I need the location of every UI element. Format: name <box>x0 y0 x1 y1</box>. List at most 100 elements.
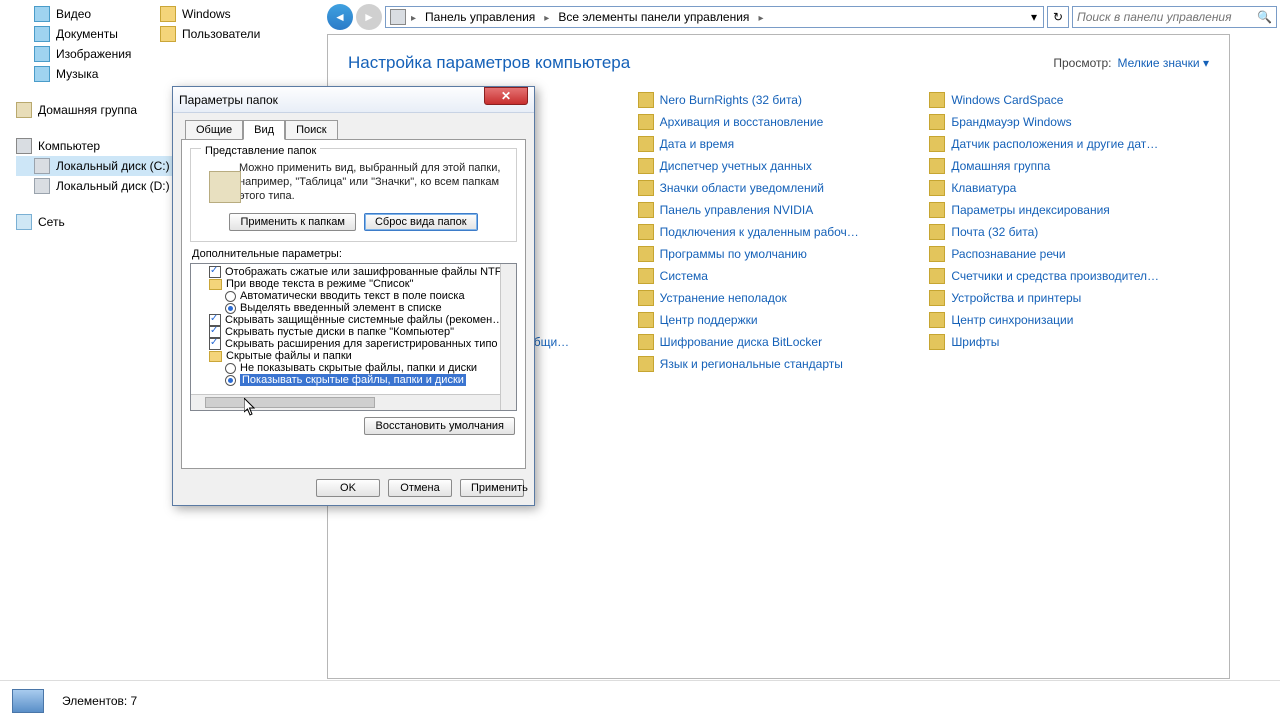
tab-view-body: Представление папок Можно применить вид,… <box>181 139 526 469</box>
apply-to-folders-button[interactable]: Применить к папкам <box>229 213 356 231</box>
opt-hidden-dont-show[interactable]: Не показывать скрытые файлы, папки и дис… <box>195 362 512 374</box>
cp-item-label: Параметры индексирования <box>951 203 1109 217</box>
folder-views-desc: Можно применить вид, выбранный для этой … <box>197 161 510 209</box>
nav-lib-music[interactable]: Музыка <box>16 64 320 84</box>
opt-list-typing-search[interactable]: Автоматически вводить текст в поле поиск… <box>195 290 512 302</box>
cp-item-label: Windows CardSpace <box>951 93 1063 107</box>
search-input[interactable] <box>1077 10 1257 24</box>
breadcrumb-dropdown[interactable]: ▾ <box>1027 10 1041 24</box>
dialog-titlebar[interactable]: Параметры папок ✕ <box>173 87 534 113</box>
refresh-icon: ↻ <box>1053 10 1063 24</box>
tree-vscrollbar[interactable] <box>500 264 516 410</box>
status-bar: Элементов: 7 <box>0 680 1280 720</box>
opt-hidden-files-group: Скрытые файлы и папки <box>195 350 512 362</box>
view-label: Просмотр: <box>1053 56 1111 70</box>
nav-folder-windows[interactable]: Windows <box>160 4 260 24</box>
cp-item[interactable]: Шрифты <box>929 331 1211 353</box>
opt-hidden-show[interactable]: Показывать скрытые файлы, папки и диски <box>195 374 512 386</box>
tab-search[interactable]: Поиск <box>285 120 337 140</box>
breadcrumb[interactable]: Панель управления Все элементы панели уп… <box>385 6 1044 28</box>
cp-item-icon <box>929 136 945 152</box>
cp-item[interactable]: Распознавание речи <box>929 243 1211 265</box>
cp-item[interactable]: Дата и время <box>638 133 920 155</box>
breadcrumb-seg-1[interactable]: Панель управления <box>419 10 541 24</box>
cp-item-icon <box>929 312 945 328</box>
reset-folders-button[interactable]: Сброс вида папок <box>364 213 478 231</box>
cp-item-icon <box>929 180 945 196</box>
search-icon[interactable]: 🔍 <box>1257 10 1272 24</box>
cp-item[interactable]: Клавиатура <box>929 177 1211 199</box>
cp-item-label: Центр поддержки <box>660 313 758 327</box>
cp-item-icon <box>638 136 654 152</box>
opt-hide-empty-drives[interactable]: Скрывать пустые диски в папке "Компьютер… <box>195 326 512 338</box>
cp-item[interactable]: Почта (32 бита) <box>929 221 1211 243</box>
cp-item-icon <box>638 356 654 372</box>
folder-views-icon <box>209 171 241 203</box>
cp-item-icon <box>929 268 945 284</box>
dialog-close-button[interactable]: ✕ <box>484 87 528 105</box>
refresh-button[interactable]: ↻ <box>1047 6 1069 28</box>
advanced-settings-label: Дополнительные параметры: <box>192 248 517 260</box>
cp-item-label: Система <box>660 269 708 283</box>
cp-item[interactable]: Программы по умолчанию <box>638 243 920 265</box>
opt-list-typing-group: При вводе текста в режиме "Список" <box>195 278 512 290</box>
cp-item-label: Подключения к удаленным рабоч… <box>660 225 859 239</box>
folder-views-group-label: Представление папок <box>201 145 320 157</box>
opt-list-typing-select[interactable]: Выделять введенный элемент в списке <box>195 302 512 314</box>
apply-button[interactable]: Применить <box>460 479 524 497</box>
cp-item-icon <box>638 290 654 306</box>
cp-item[interactable]: Устранение неполадок <box>638 287 920 309</box>
status-icon <box>12 689 44 713</box>
view-mode-selector[interactable]: Мелкие значки ▾ <box>1118 56 1209 70</box>
cp-item[interactable]: Брандмауэр Windows <box>929 111 1211 133</box>
cp-item-icon <box>638 334 654 350</box>
cp-item-icon <box>929 246 945 262</box>
breadcrumb-seg-2[interactable]: Все элементы панели управления <box>552 10 755 24</box>
cp-item[interactable]: Центр синхронизации <box>929 309 1211 331</box>
cp-item[interactable]: Подключения к удаленным рабоч… <box>638 221 920 243</box>
cp-item[interactable]: Датчик расположения и другие дат… <box>929 133 1211 155</box>
nav-back-button[interactable]: ◄ <box>327 4 353 30</box>
cp-item-icon <box>929 290 945 306</box>
cp-item-icon <box>929 158 945 174</box>
cp-item[interactable]: Устройства и принтеры <box>929 287 1211 309</box>
cp-item[interactable]: Nero BurnRights (32 бита) <box>638 89 920 111</box>
cp-item[interactable]: Панель управления NVIDIA <box>638 199 920 221</box>
restore-defaults-button[interactable]: Восстановить умолчания <box>364 417 515 435</box>
cp-item[interactable]: Центр поддержки <box>638 309 920 331</box>
cp-item[interactable]: Параметры индексирования <box>929 199 1211 221</box>
cp-item[interactable]: Значки области уведомлений <box>638 177 920 199</box>
cp-item[interactable]: Система <box>638 265 920 287</box>
cp-item-icon <box>638 92 654 108</box>
cp-item[interactable]: Домашняя группа <box>929 155 1211 177</box>
cp-item-label: Брандмауэр Windows <box>951 115 1071 129</box>
cp-item-icon <box>638 268 654 284</box>
advanced-settings-tree[interactable]: Отображать сжатые или зашифрованные файл… <box>190 263 517 411</box>
cp-item-label: Шрифты <box>951 335 999 349</box>
cp-item[interactable]: Windows CardSpace <box>929 89 1211 111</box>
status-count: Элементов: 7 <box>62 694 137 708</box>
cp-item[interactable]: Язык и региональные стандарты <box>638 353 920 375</box>
nav-folder-users[interactable]: Пользователи <box>160 24 260 44</box>
cursor-icon <box>244 398 256 416</box>
cp-item-label: Значки области уведомлений <box>660 181 824 195</box>
cp-item-label: Счетчики и средства производител… <box>951 269 1159 283</box>
cp-item[interactable]: Счетчики и средства производител… <box>929 265 1211 287</box>
ok-button[interactable]: OK <box>316 479 380 497</box>
opt-hide-extensions[interactable]: Скрывать расширения для зарегистрированн… <box>195 338 512 350</box>
opt-hide-protected-os[interactable]: Скрывать защищённые системные файлы (рек… <box>195 314 512 326</box>
search-box[interactable]: 🔍 <box>1072 6 1277 28</box>
cp-item-icon <box>929 202 945 218</box>
opt-show-ntfs-color[interactable]: Отображать сжатые или зашифрованные файл… <box>195 266 512 278</box>
cancel-button[interactable]: Отмена <box>388 479 452 497</box>
nav-lib-images[interactable]: Изображения <box>16 44 320 64</box>
cp-item[interactable]: Диспетчер учетных данных <box>638 155 920 177</box>
cp-item[interactable]: Шифрование диска BitLocker <box>638 331 920 353</box>
dialog-title-text: Параметры папок <box>179 93 278 107</box>
tree-hscrollbar[interactable] <box>191 394 500 410</box>
tab-view[interactable]: Вид <box>243 120 285 140</box>
nav-forward-button[interactable]: ► <box>356 4 382 30</box>
tab-general[interactable]: Общие <box>185 120 243 140</box>
cp-item-label: Язык и региональные стандарты <box>660 357 843 371</box>
cp-item[interactable]: Архивация и восстановление <box>638 111 920 133</box>
